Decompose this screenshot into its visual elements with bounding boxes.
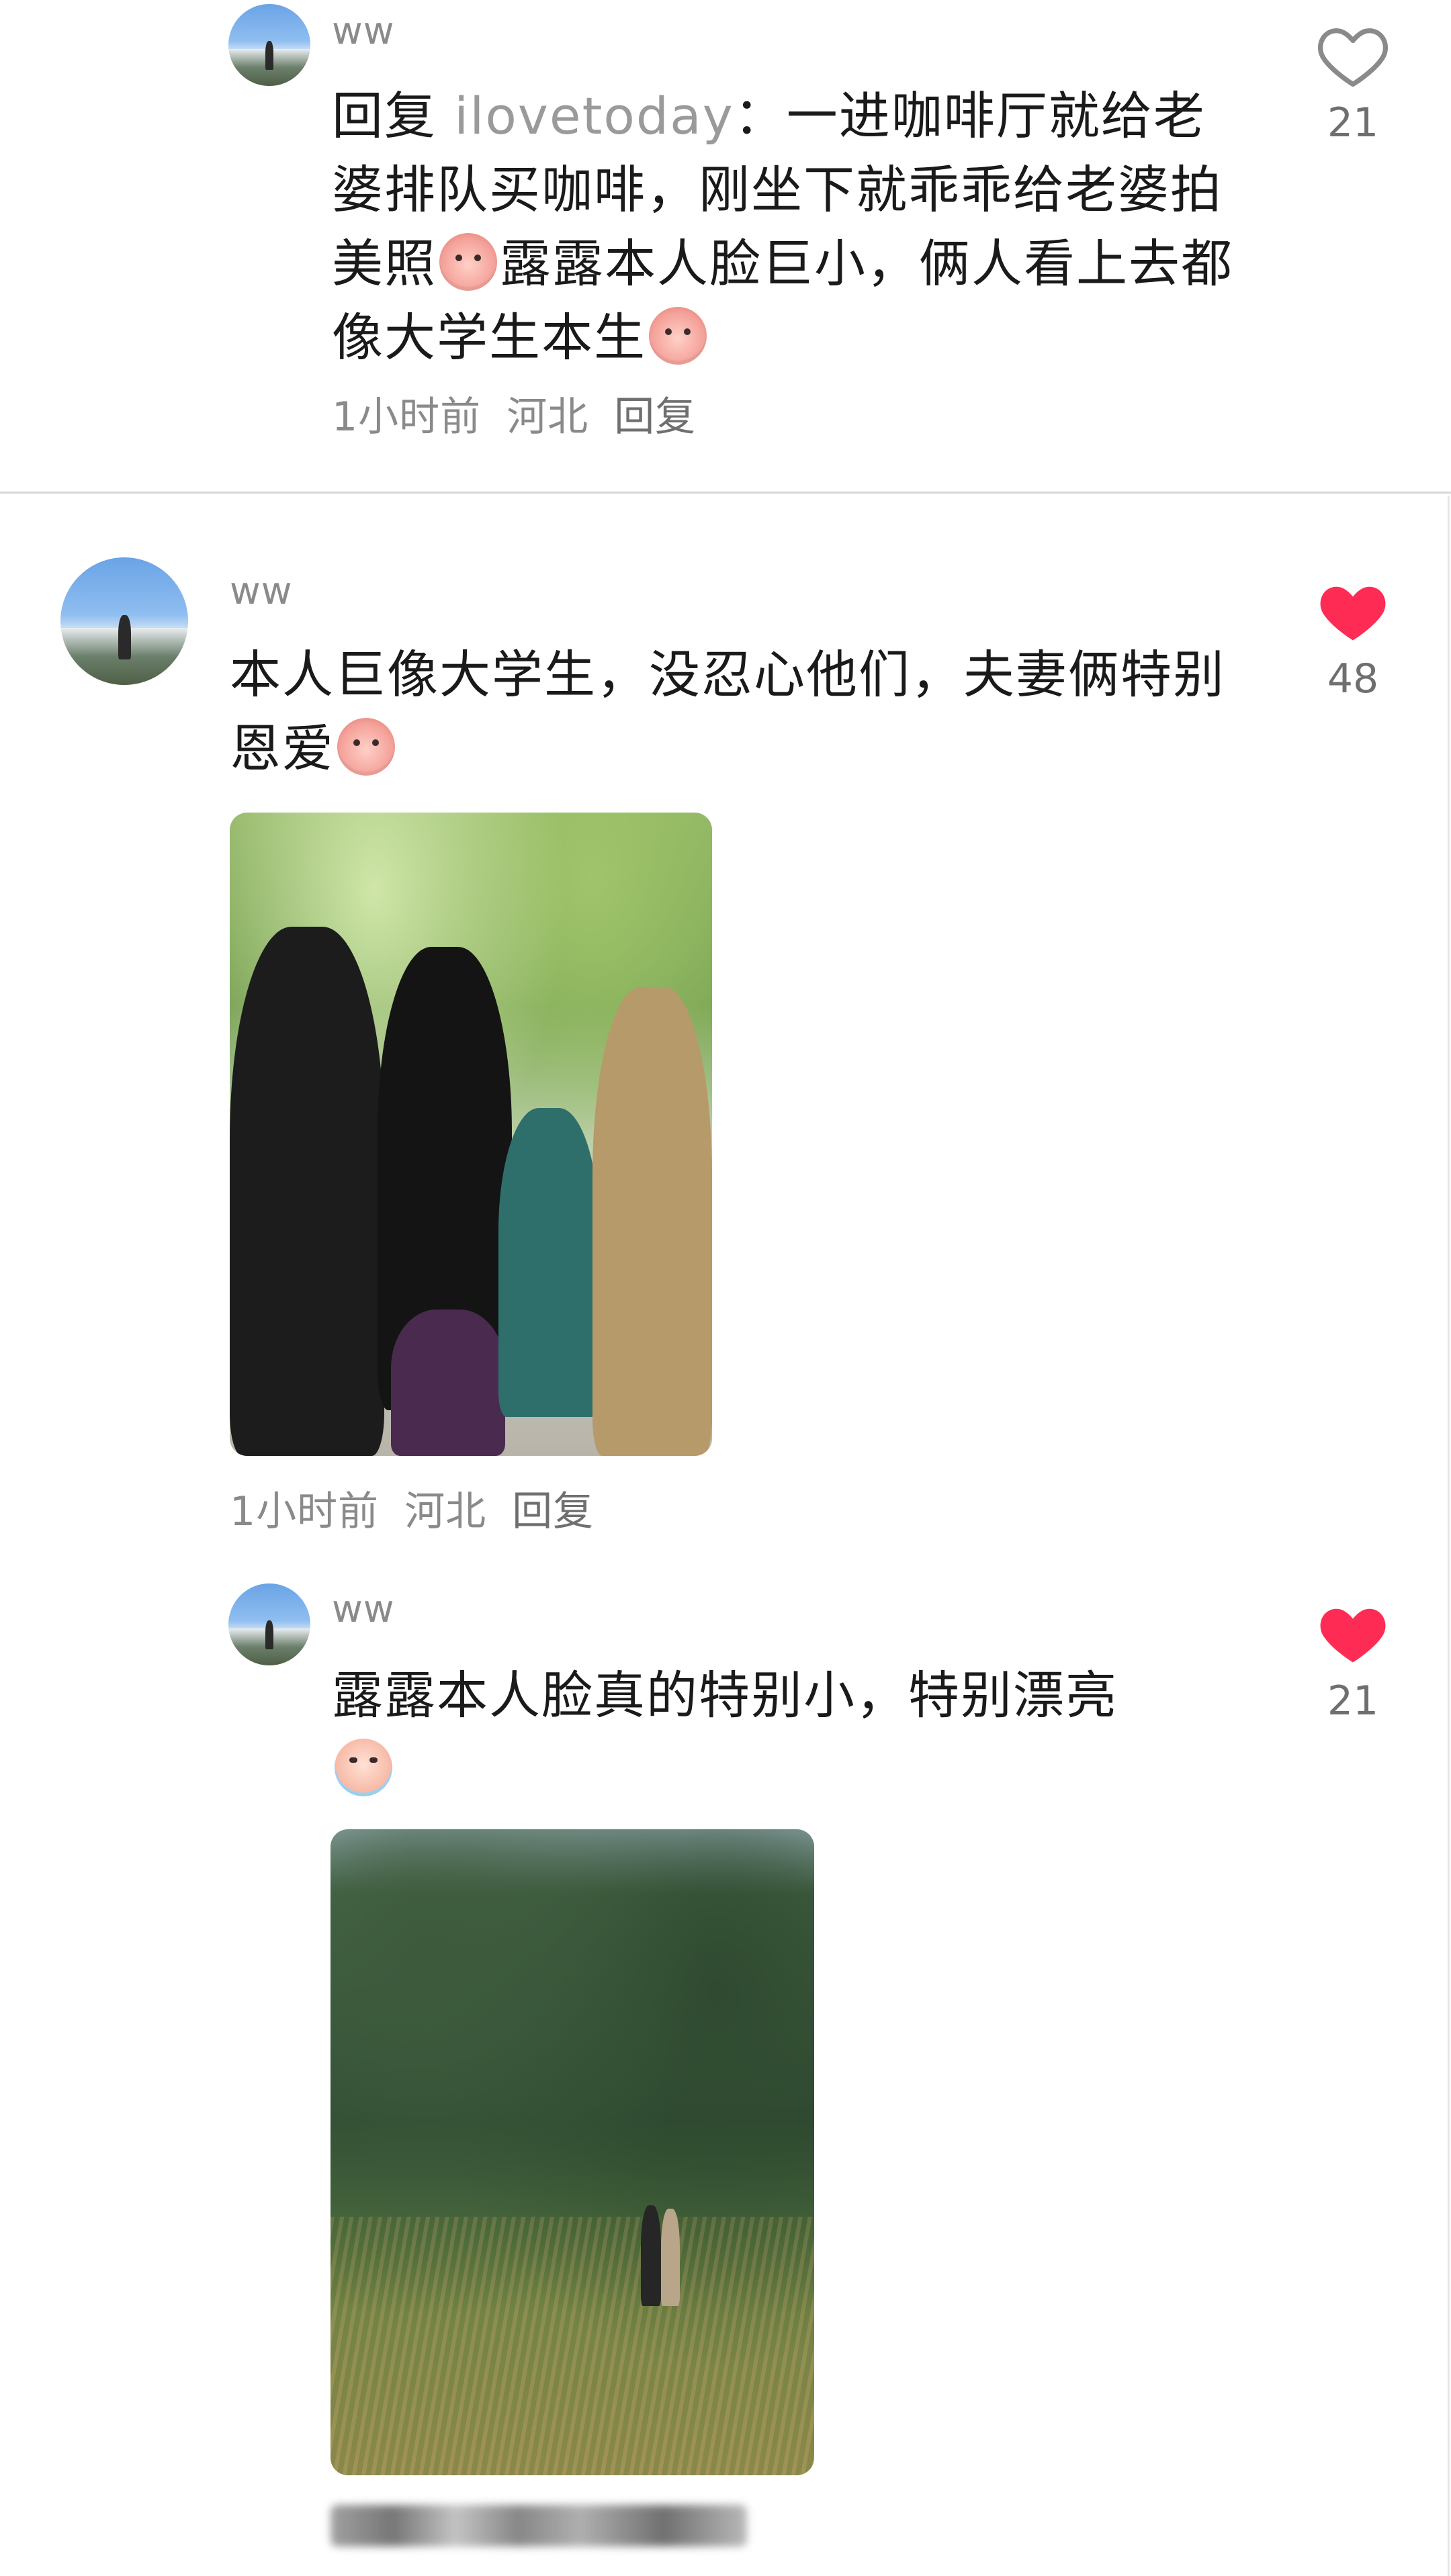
crying-face-emoji — [335, 1739, 392, 1796]
comment-2: ww 本人巨像大学生，没忍心他们，夫妻俩特别恩爱 1小时前 河北 回复 48 — [0, 497, 1451, 1545]
comment-time: 1小时前 — [332, 394, 482, 441]
comment-username[interactable]: ww — [230, 569, 293, 613]
avatar[interactable] — [228, 1583, 310, 1665]
like-count: 48 — [1327, 655, 1379, 702]
photo-figure — [230, 927, 384, 1456]
reply-separator: ： — [734, 86, 787, 146]
divider — [0, 492, 1451, 494]
photo-figure — [661, 2209, 680, 2306]
blurred-meta-row — [331, 2505, 747, 2546]
comment-photo[interactable] — [331, 1829, 814, 2475]
like-button[interactable]: 21 — [1306, 1598, 1400, 1724]
like-count: 21 — [1327, 1677, 1379, 1724]
like-button[interactable]: 21 — [1306, 20, 1400, 146]
photo-figure — [498, 1108, 599, 1417]
like-button[interactable]: 48 — [1306, 576, 1400, 702]
heart-filled-icon — [1320, 1608, 1386, 1663]
comment-username[interactable]: ww — [332, 9, 395, 53]
photo-grass — [331, 2217, 814, 2475]
comment-photo[interactable] — [230, 813, 712, 1456]
photo-figure — [592, 987, 712, 1456]
comment-text: 本人巨像大学生，没忍心他们，夫妻俩特别恩爱 — [230, 638, 1237, 786]
comment-1: ww 回复 ilovetoday：一进咖啡厅就给老婆排队买咖啡，刚坐下就乖乖给老… — [0, 0, 1451, 494]
comment-meta: 1小时前 河北 回复 — [230, 1479, 619, 1537]
comment-location: 河北 — [507, 394, 589, 441]
reply-button[interactable]: 回复 — [614, 394, 696, 441]
comment-username[interactable]: ww — [332, 1588, 395, 1631]
pink-face-emoji — [439, 233, 497, 291]
comment-time: 1小时前 — [230, 1488, 380, 1535]
comment-location: 河北 — [404, 1488, 487, 1535]
avatar[interactable] — [228, 4, 310, 86]
heart-filled-icon — [1320, 586, 1386, 641]
photo-figure — [641, 2205, 661, 2306]
photo-figure — [391, 1309, 505, 1456]
reply-prefix: 回复 — [332, 86, 437, 146]
pink-face-emoji — [337, 718, 395, 776]
comment-text-part: 露露本人脸真的特别小，特别漂亮 — [332, 1665, 1118, 1725]
pink-face-emoji — [649, 307, 707, 365]
like-count: 21 — [1327, 99, 1379, 146]
comment-meta: 1小时前 河北 回复 — [332, 384, 721, 443]
heart-outline-icon — [1317, 28, 1389, 87]
comment-text: 露露本人脸真的特别小，特别漂亮 — [332, 1659, 1239, 1806]
avatar[interactable] — [60, 557, 188, 685]
comment-text: 回复 ilovetoday：一进咖啡厅就给老婆排队买咖啡，刚坐下就乖乖给老婆拍美… — [332, 79, 1252, 375]
comment-3: ww 露露本人脸真的特别小，特别漂亮 21 — [0, 1545, 1451, 2576]
reply-button[interactable]: 回复 — [512, 1488, 594, 1535]
reply-to-username[interactable]: ilovetoday — [454, 86, 734, 146]
